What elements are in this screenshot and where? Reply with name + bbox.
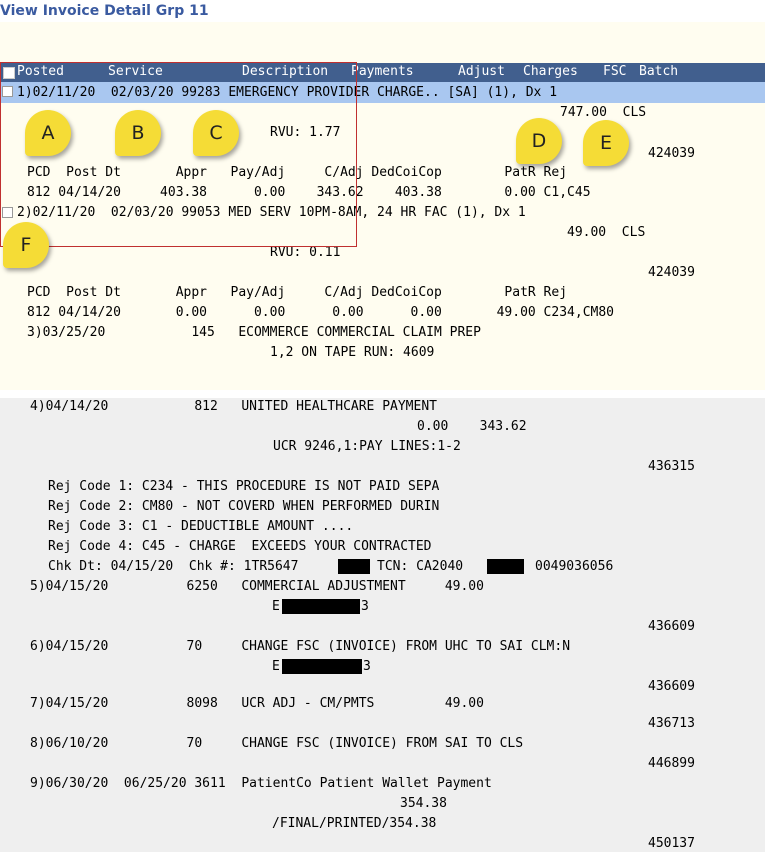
line-4-main: 4)04/14/20 812 UNITED HEALTHCARE PAYMENT — [30, 399, 437, 414]
line-9-amount: 354.38 — [400, 796, 447, 811]
line-3-main: 3)03/25/20 145 ECOMMERCE COMMERCIAL CLAI… — [27, 325, 481, 340]
redaction-bar — [487, 559, 524, 574]
tcn-info: TCN: CA2040 — [377, 559, 464, 574]
line-9-batch: 450137 — [648, 836, 695, 851]
redaction-bar — [338, 559, 370, 574]
line-9-main: 9)06/30/20 06/25/20 3611 PatientCo Patie… — [30, 776, 492, 791]
line-6-main: 6)04/15/20 70 CHANGE FSC (INVOICE) FROM … — [30, 639, 571, 654]
line-8-batch: 446899 — [648, 756, 695, 771]
line-2-rvu: RVU: 0.11 — [270, 245, 341, 260]
line-5-ref-end: 3 — [361, 599, 369, 614]
line-1-batch: 424039 — [648, 146, 695, 161]
rej-code-3: Rej Code 3: C1 - DEDUCTIBLE AMOUNT .... — [48, 519, 354, 534]
tcn-suffix: 0049036056 — [535, 559, 614, 574]
col-batch[interactable]: Batch — [639, 64, 678, 80]
line-4-ucr: UCR 9246,1:PAY LINES:1-2 — [273, 439, 461, 454]
annotation-marker-c: C — [193, 110, 239, 156]
line-6-batch: 436609 — [648, 679, 695, 694]
line-7-batch: 436713 — [648, 716, 695, 731]
col-adjust[interactable]: Adjust — [458, 64, 505, 80]
line-2-batch: 424039 — [648, 265, 695, 280]
line-3-sub: 1,2 ON TAPE RUN: 4609 — [270, 345, 435, 360]
line-7-main: 7)04/15/20 8098 UCR ADJ - CM/PMTS 49.00 — [30, 696, 484, 711]
line-6-ref-end: 3 — [363, 659, 371, 674]
line-2-detail-header: PCD Post Dt Appr Pay/Adj C/Adj DedCoiCop… — [27, 285, 568, 300]
line-6-ref-start: E — [272, 659, 280, 674]
annotation-marker-a: A — [25, 110, 71, 156]
line-8-main: 8)06/10/20 70 CHANGE FSC (INVOICE) FROM … — [30, 736, 524, 751]
line-2-detail-row: 812 04/14/20 0.00 0.00 0.00 0.00 49.00 C… — [27, 305, 614, 320]
annotation-marker-e: E — [583, 120, 629, 166]
check-info: Chk Dt: 04/15/20 Chk #: 1TR5647 — [48, 559, 299, 574]
line-4-batch: 436315 — [648, 459, 695, 474]
annotation-marker-d: D — [516, 118, 562, 164]
col-payments[interactable]: Payments — [351, 64, 414, 80]
line-9-sub: /FINAL/PRINTED/354.38 — [272, 816, 437, 831]
page-title: View Invoice Detail Grp 11 — [0, 3, 209, 19]
line-5-ref-start: E — [272, 599, 280, 614]
annotation-marker-f: F — [3, 222, 49, 268]
col-charges[interactable]: Charges — [523, 64, 578, 80]
rej-code-4: Rej Code 4: C45 - CHARGE EXCEEDS YOUR CO… — [48, 539, 432, 554]
redaction-bar — [282, 659, 362, 674]
line-2-charge: 49.00 CLS — [567, 225, 646, 240]
annotation-marker-b: B — [115, 110, 161, 156]
line-1-charge: 747.00 CLS — [560, 105, 647, 120]
line-5-batch: 436609 — [648, 619, 695, 634]
redaction-bar — [282, 599, 360, 614]
line-5-main: 5)04/15/20 6250 COMMERCIAL ADJUSTMENT 49… — [30, 579, 484, 594]
rej-code-1: Rej Code 1: C234 - THIS PROCEDURE IS NOT… — [48, 479, 440, 494]
rej-code-2: Rej Code 2: CM80 - NOT COVERD WHEN PERFO… — [48, 499, 440, 514]
line-4-amounts: 0.00 343.62 — [417, 419, 527, 434]
col-fsc[interactable]: FSC — [603, 64, 626, 80]
